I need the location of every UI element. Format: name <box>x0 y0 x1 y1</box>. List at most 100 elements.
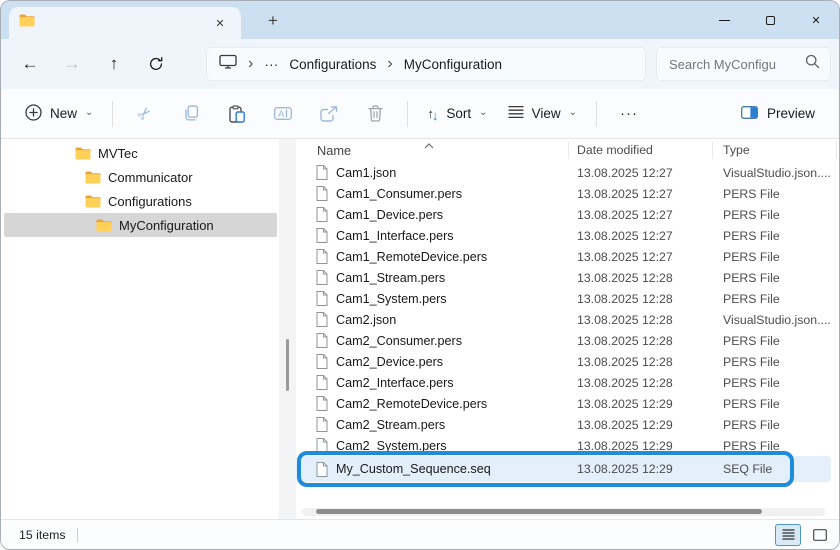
pane-gutter <box>279 139 296 519</box>
file-row[interactable]: Cam2_System.pers 13.08.2025 12:29 PERS F… <box>296 435 839 456</box>
file-name: Cam1_System.pers <box>336 292 447 306</box>
file-icon <box>316 207 328 222</box>
sidebar-item-label: Configurations <box>108 194 192 209</box>
preview-button[interactable]: Preview <box>731 96 825 132</box>
file-icon <box>316 186 328 201</box>
sidebar-item-label: MVTec <box>98 146 138 161</box>
file-row[interactable]: Cam2_Device.pers 13.08.2025 12:28 PERS F… <box>296 351 839 372</box>
circle-plus-icon <box>25 104 42 124</box>
column-divider[interactable] <box>836 142 837 159</box>
sidebar-item-label: Communicator <box>108 170 193 185</box>
view-button[interactable]: View ⌄ <box>498 96 587 132</box>
column-divider[interactable] <box>712 142 713 159</box>
search-input[interactable] <box>669 57 805 72</box>
file-name-cell: Cam2_System.pers <box>316 438 577 453</box>
file-row[interactable]: My_Custom_Sequence.seq 13.08.2025 12:29 … <box>296 456 831 482</box>
refresh-button[interactable] <box>135 46 177 82</box>
file-name-cell: Cam2_RemoteDevice.pers <box>316 396 577 411</box>
file-row[interactable]: Cam2_Interface.pers 13.08.2025 12:28 PER… <box>296 372 839 393</box>
file-row[interactable]: Cam2_Consumer.pers 13.08.2025 12:28 PERS… <box>296 330 839 351</box>
explorer-tab[interactable]: ✕ <box>9 7 241 39</box>
file-icon <box>316 396 328 411</box>
svg-text:A: A <box>278 109 285 120</box>
folder-icon <box>75 147 91 160</box>
navigation-bar: ← → ↑ › ··· Configurations › MyConfigura… <box>1 39 839 89</box>
rename-button[interactable]: A <box>260 96 306 132</box>
file-explorer-window: ✕ + ✕ ← → ↑ › ··· Configurations › MyCon… <box>0 0 840 550</box>
file-type: PERS File <box>723 439 839 453</box>
horizontal-scrollbar-thumb[interactable] <box>316 509 762 514</box>
preview-button-label: Preview <box>767 106 815 121</box>
file-name-cell: Cam1_Device.pers <box>316 207 577 222</box>
file-name: Cam1.json <box>336 166 396 180</box>
sidebar-item-mvtec[interactable]: MVTec <box>1 141 279 165</box>
file-row[interactable]: Cam1_System.pers 13.08.2025 12:28 PERS F… <box>296 288 839 309</box>
file-name: Cam2_Consumer.pers <box>336 334 462 348</box>
file-name: Cam1_Stream.pers <box>336 271 445 285</box>
minimize-icon <box>719 20 730 21</box>
file-icon <box>316 333 328 348</box>
file-icon <box>316 417 328 432</box>
view-lines-icon <box>508 105 524 122</box>
column-header-name[interactable]: Name <box>317 143 351 158</box>
file-date-modified: 13.08.2025 12:28 <box>577 292 723 306</box>
toolbar-divider <box>112 101 113 127</box>
new-button[interactable]: New ⌄ <box>15 96 103 132</box>
file-name: Cam1_Interface.pers <box>336 229 454 243</box>
file-date-modified: 13.08.2025 12:29 <box>577 418 723 432</box>
copy-icon <box>183 105 200 122</box>
delete-button[interactable] <box>352 96 398 132</box>
horizontal-scrollbar[interactable] <box>302 508 825 516</box>
file-row[interactable]: Cam1_Stream.pers 13.08.2025 12:28 PERS F… <box>296 267 839 288</box>
file-type: PERS File <box>723 250 839 264</box>
sidebar-item-communicator[interactable]: Communicator <box>1 165 279 189</box>
cut-button[interactable]: ✂ <box>122 96 168 132</box>
forward-button[interactable]: → <box>51 46 93 82</box>
search-box[interactable] <box>656 47 831 81</box>
file-icon <box>316 462 328 477</box>
file-name: Cam2_Interface.pers <box>336 376 454 390</box>
column-header-type[interactable]: Type <box>723 143 750 157</box>
sidebar-item-configurations[interactable]: Configurations <box>1 189 279 213</box>
more-options-button[interactable]: ··· <box>606 96 652 132</box>
toolbar-divider <box>407 101 408 127</box>
copy-button[interactable] <box>168 96 214 132</box>
tab-close-button[interactable]: ✕ <box>209 12 231 34</box>
folder-icon <box>96 219 112 232</box>
column-divider[interactable] <box>568 142 569 159</box>
file-date-modified: 13.08.2025 12:28 <box>577 313 723 327</box>
maximize-button[interactable] <box>747 1 793 39</box>
large-icons-view-button[interactable] <box>807 524 833 546</box>
file-icon <box>316 375 328 390</box>
file-row[interactable]: Cam1_Interface.pers 13.08.2025 12:27 PER… <box>296 225 839 246</box>
file-row[interactable]: Cam1_RemoteDevice.pers 13.08.2025 12:27 … <box>296 246 839 267</box>
file-name: My_Custom_Sequence.seq <box>336 462 491 476</box>
paste-button[interactable] <box>214 96 260 132</box>
back-button[interactable]: ← <box>9 46 51 82</box>
file-row[interactable]: Cam2_RemoteDevice.pers 13.08.2025 12:29 … <box>296 393 839 414</box>
preview-pane-icon <box>741 106 758 122</box>
vertical-scrollbar-thumb[interactable] <box>286 339 289 391</box>
minimize-button[interactable] <box>701 1 747 39</box>
share-icon <box>320 106 338 122</box>
file-row[interactable]: Cam1_Device.pers 13.08.2025 12:27 PERS F… <box>296 204 839 225</box>
sidebar-item-myconfiguration[interactable]: MyConfiguration <box>4 213 277 237</box>
file-row[interactable]: Cam1_Consumer.pers 13.08.2025 12:27 PERS… <box>296 183 839 204</box>
breadcrumb-ellipsis[interactable]: ··· <box>264 56 278 72</box>
up-button[interactable]: ↑ <box>93 46 135 82</box>
view-toggle-group <box>775 524 833 546</box>
address-bar[interactable]: › ··· Configurations › MyConfiguration <box>206 47 646 81</box>
breadcrumb-item-myconfiguration[interactable]: MyConfiguration <box>404 57 502 72</box>
breadcrumb-item-configurations[interactable]: Configurations <box>289 57 376 72</box>
file-row[interactable]: Cam2_Stream.pers 13.08.2025 12:29 PERS F… <box>296 414 839 435</box>
column-header-date-modified[interactable]: Date modified <box>577 143 653 157</box>
new-tab-button[interactable]: + <box>259 9 287 33</box>
share-button[interactable] <box>306 96 352 132</box>
file-row[interactable]: Cam1.json 13.08.2025 12:27 VisualStudio.… <box>296 162 839 183</box>
file-name: Cam1_RemoteDevice.pers <box>336 250 487 264</box>
navigation-pane: MVTec Communicator Configurations MyConf… <box>1 139 279 519</box>
details-view-button[interactable] <box>775 524 801 546</box>
sort-button[interactable]: ↑↓ Sort ⌄ <box>417 96 497 132</box>
close-button[interactable]: ✕ <box>793 1 839 39</box>
file-row[interactable]: Cam2.json 13.08.2025 12:28 VisualStudio.… <box>296 309 839 330</box>
